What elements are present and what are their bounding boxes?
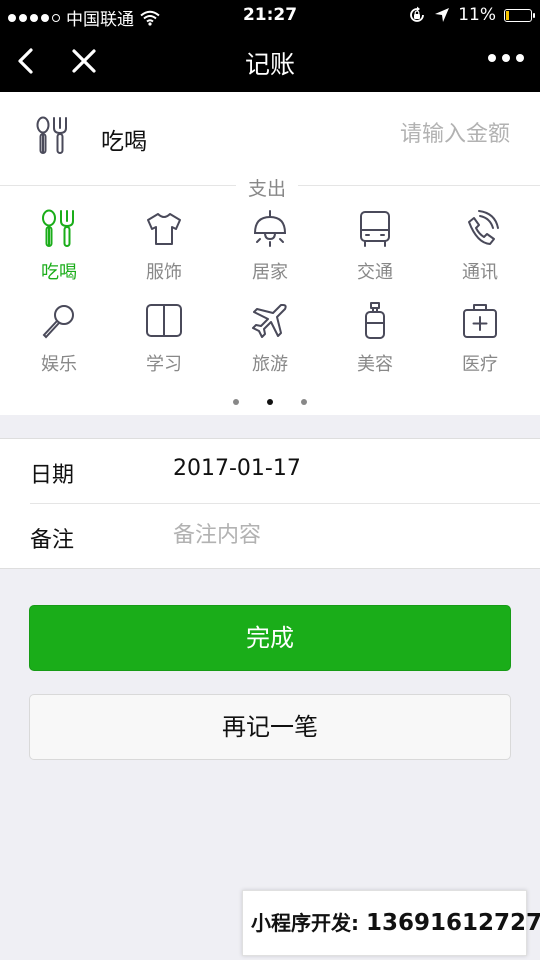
location-arrow-icon bbox=[435, 8, 450, 22]
category-home[interactable]: 居家 bbox=[220, 209, 320, 295]
category-label: 交通 bbox=[357, 262, 393, 283]
page-title: 记账 bbox=[244, 50, 295, 79]
category-beauty[interactable]: 美容 bbox=[325, 301, 425, 387]
promo-label: 小程序开发: bbox=[251, 911, 359, 935]
promo-banner: 小程序开发: 13691612727 bbox=[242, 890, 540, 956]
more-dots-icon[interactable] bbox=[488, 54, 524, 62]
page-dot[interactable] bbox=[233, 399, 239, 405]
medical-kit-icon bbox=[463, 304, 497, 338]
category-study[interactable]: 学习 bbox=[114, 301, 214, 387]
date-value[interactable]: 2017-01-17 bbox=[173, 456, 301, 481]
done-button[interactable]: 完成 bbox=[29, 605, 511, 671]
tshirt-icon bbox=[147, 213, 181, 245]
ceiling-lamp-icon bbox=[253, 210, 287, 247]
fork-spoon-icon bbox=[42, 209, 74, 247]
note-label: 备注 bbox=[30, 528, 75, 553]
fork-spoon-icon bbox=[36, 116, 67, 154]
category-telecom[interactable]: 通讯 bbox=[430, 209, 530, 295]
category-travel[interactable]: 旅游 bbox=[220, 301, 320, 387]
category-food[interactable]: 吃喝 bbox=[9, 209, 109, 295]
category-label: 居家 bbox=[252, 262, 288, 283]
phone-icon bbox=[468, 210, 499, 245]
battery-icon bbox=[504, 8, 535, 22]
rotation-lock-icon bbox=[410, 6, 425, 22]
category-label: 美容 bbox=[357, 354, 393, 375]
microphone-icon bbox=[42, 305, 74, 339]
category-label: 娱乐 bbox=[41, 354, 77, 375]
battery-level bbox=[506, 10, 509, 20]
status-bar: 中国联通 21:27 11% bbox=[0, 0, 540, 30]
category-clothing[interactable]: 服饰 bbox=[114, 209, 214, 295]
page-indicator[interactable] bbox=[0, 390, 540, 409]
category-label: 旅游 bbox=[252, 354, 288, 375]
note-row: 备注 bbox=[0, 504, 540, 569]
expense-panel: 吃喝 支出 吃喝 服饰 bbox=[0, 92, 540, 415]
bus-icon bbox=[360, 211, 390, 247]
date-row[interactable]: 日期 2017-01-17 bbox=[0, 439, 540, 504]
date-label: 日期 bbox=[30, 463, 75, 488]
category-label: 医疗 bbox=[462, 354, 498, 375]
status-right: 11% bbox=[408, 5, 535, 25]
section-label-expense: 支出 bbox=[236, 174, 299, 201]
note-input[interactable] bbox=[173, 518, 503, 552]
promo-phone: 13691612727 bbox=[365, 910, 540, 936]
nav-bar: 记账 bbox=[0, 30, 540, 92]
category-label: 服饰 bbox=[146, 262, 182, 283]
category-transport[interactable]: 交通 bbox=[325, 209, 425, 295]
page-dot[interactable] bbox=[301, 399, 307, 405]
category-label: 通讯 bbox=[462, 262, 498, 283]
amount-row: 吃喝 bbox=[0, 92, 540, 184]
lotion-bottle-icon bbox=[365, 302, 385, 339]
book-icon bbox=[146, 304, 182, 337]
page-dot-active[interactable] bbox=[267, 399, 273, 405]
category-label: 吃喝 bbox=[41, 262, 77, 283]
selected-category: 吃喝 bbox=[101, 129, 147, 155]
airplane-icon bbox=[252, 304, 287, 338]
category-medical[interactable]: 医疗 bbox=[430, 301, 530, 387]
add-another-button[interactable]: 再记一笔 bbox=[29, 694, 511, 760]
category-entertainment[interactable]: 娱乐 bbox=[9, 301, 109, 387]
details-form: 日期 2017-01-17 备注 bbox=[0, 438, 540, 569]
battery-percent: 11% bbox=[458, 5, 496, 25]
category-label: 学习 bbox=[146, 354, 182, 375]
amount-input[interactable] bbox=[310, 118, 510, 150]
